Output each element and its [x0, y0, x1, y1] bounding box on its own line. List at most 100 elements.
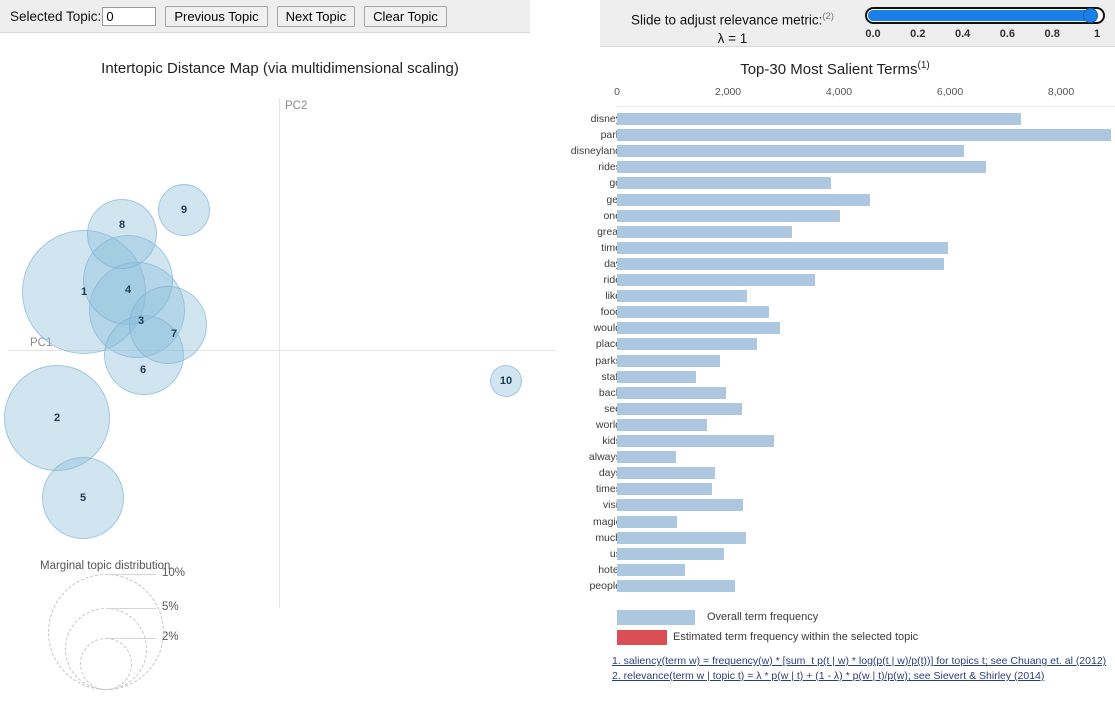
slider-tick-0-2: 0.2 [910, 28, 926, 40]
term-bar-row[interactable]: rides [555, 160, 1115, 174]
term-bar-always[interactable] [617, 451, 676, 464]
term-bar-day[interactable] [617, 257, 944, 270]
term-bar-get[interactable] [617, 193, 871, 206]
barchart-legend: Overall term frequency Estimated term fre… [555, 610, 1115, 656]
previous-topic-button[interactable]: Previous Topic [165, 5, 268, 27]
term-bar-food[interactable] [617, 306, 770, 319]
term-bar-go[interactable] [617, 177, 831, 190]
term-bar-row[interactable]: disneyland [555, 144, 1115, 158]
relevance-slider-track[interactable] [865, 7, 1105, 24]
term-bar-row[interactable]: would [555, 321, 1115, 335]
frequency-axis-tick-labels: 0 2,000 4,000 6,000 8,000 [555, 86, 1115, 102]
term-bar-magic[interactable] [617, 515, 677, 528]
pc2-axis-label: PC2 [285, 100, 308, 112]
term-bar-visit[interactable] [617, 499, 743, 512]
next-topic-button[interactable]: Next Topic [276, 5, 356, 27]
term-bar-days[interactable] [617, 467, 715, 480]
relevance-slider-caption-superscript: (2) [822, 11, 834, 22]
term-bar-would[interactable] [617, 322, 780, 335]
slider-tick-0-4: 0.4 [954, 28, 971, 40]
term-bar-row[interactable]: get [555, 193, 1115, 207]
salient-terms-barchart[interactable]: 0 2,000 4,000 6,000 8,000 disney park disneyla… [555, 82, 1115, 702]
x-tick-label-6000: 6,000 [936, 86, 964, 98]
term-bar-us[interactable] [617, 547, 725, 560]
clear-topic-button[interactable]: Clear Topic [364, 5, 447, 27]
topic-bubble-label-1: 1 [80, 286, 88, 298]
term-bar-staff[interactable] [617, 370, 697, 383]
term-bar-back[interactable] [617, 386, 726, 399]
term-bar-row[interactable]: days [555, 466, 1115, 480]
slider-tick-0-0: 0.0 [865, 28, 881, 40]
relevance-slider-ticks: 0.0 0.2 0.4 0.6 0.8 1 [865, 28, 1105, 42]
term-bar-row[interactable]: go [555, 176, 1115, 190]
term-bar-row[interactable]: one [555, 209, 1115, 223]
intertopic-map-title: Intertopic Distance Map (via multidimens… [101, 60, 459, 77]
term-bar-row[interactable]: staff [555, 370, 1115, 384]
relevance-slider-caption: Slide to adjust relevance metric:(2) λ =… [610, 9, 855, 47]
term-bar-disneyland[interactable] [617, 145, 964, 158]
term-bar-ride[interactable] [617, 274, 815, 286]
term-bar-row[interactable]: see [555, 402, 1115, 416]
selected-topic-input[interactable] [102, 6, 157, 26]
term-bar-much[interactable] [617, 531, 746, 544]
term-bar-row[interactable]: day [555, 257, 1115, 271]
frequency-axis-line [617, 106, 1115, 107]
term-bar-row[interactable]: world [555, 418, 1115, 432]
marginal-legend-label-2pct: 2% [162, 631, 179, 643]
topic-bubble-label-4: 4 [124, 284, 132, 296]
term-bar-place[interactable] [617, 338, 758, 351]
term-bar-disney[interactable] [617, 113, 1022, 125]
term-bar-see[interactable] [617, 402, 743, 415]
term-bar-rides[interactable] [617, 161, 986, 174]
term-bar-row[interactable]: much [555, 531, 1115, 545]
topic-bubble-label-7: 7 [170, 328, 178, 340]
term-bar-row[interactable]: times [555, 482, 1115, 496]
term-bar-row[interactable]: great [555, 225, 1115, 239]
term-bar-row[interactable]: food [555, 305, 1115, 319]
term-bar-people[interactable] [617, 579, 736, 592]
footnote-1[interactable]: 1. saliency(term w) = frequency(w) * [su… [612, 654, 1115, 669]
relevance-slider-handle[interactable] [1083, 8, 1098, 23]
term-bar-park[interactable] [617, 129, 1111, 142]
term-bar-row[interactable]: magic [555, 515, 1115, 529]
term-bar-times[interactable] [617, 483, 713, 496]
term-bar-row[interactable]: ride [555, 273, 1115, 287]
topic-bubble-8[interactable] [87, 199, 157, 269]
term-bar-time[interactable] [617, 241, 948, 254]
term-bar-row[interactable]: us [555, 547, 1115, 561]
footnote-2[interactable]: 2. relevance(term w | topic t) = λ * p(w… [612, 669, 1115, 684]
term-bar-world[interactable] [617, 418, 707, 431]
intertopic-distance-map[interactable]: PC1 PC2 1 2 3 4 5 6 7 8 9 10 [0, 82, 560, 608]
term-bar-row[interactable]: place [555, 337, 1115, 351]
topic-bubble-label-6: 6 [139, 364, 147, 376]
salient-terms-title: Top-30 Most Salient Terms(1) [555, 60, 1115, 78]
term-bar-great[interactable] [617, 225, 792, 238]
term-bar-kids[interactable] [617, 435, 775, 447]
pc2-axis-line [279, 98, 280, 608]
term-bar-row[interactable]: hotel [555, 563, 1115, 577]
term-bar-row[interactable]: disney [555, 112, 1115, 126]
term-bar-row[interactable]: park [555, 128, 1115, 142]
term-bar-like[interactable] [617, 290, 747, 303]
term-bar-row[interactable]: visit [555, 498, 1115, 512]
term-bar-parks[interactable] [617, 354, 720, 367]
relevance-slider-caption-text: Slide to adjust relevance metric: [631, 12, 823, 28]
legend-label-overall: Overall term frequency [707, 611, 819, 623]
x-tick-label-2000: 2,000 [714, 86, 742, 98]
marginal-legend-label-10pct: 10% [162, 567, 186, 579]
topic-bubble-label-10: 10 [499, 375, 513, 387]
term-bar-row[interactable]: people [555, 579, 1115, 593]
term-bar-row[interactable]: kids [555, 434, 1115, 448]
term-label-disneyland[interactable]: disneyland [571, 144, 621, 158]
term-bar-row[interactable]: time [555, 241, 1115, 255]
term-bar-row[interactable]: like [555, 289, 1115, 303]
term-bar-hotel[interactable] [617, 563, 686, 576]
topic-bubble-label-2: 2 [53, 412, 61, 424]
salient-terms-title-text: Top-30 Most Salient Terms [740, 61, 918, 78]
legend-swatch-overall [617, 610, 695, 625]
legend-entry: Estimated term frequency within the sele… [555, 630, 1115, 646]
term-bar-row[interactable]: always [555, 450, 1115, 464]
term-bar-row[interactable]: parks [555, 354, 1115, 368]
term-bar-row[interactable]: back [555, 386, 1115, 400]
term-bar-one[interactable] [617, 209, 841, 222]
